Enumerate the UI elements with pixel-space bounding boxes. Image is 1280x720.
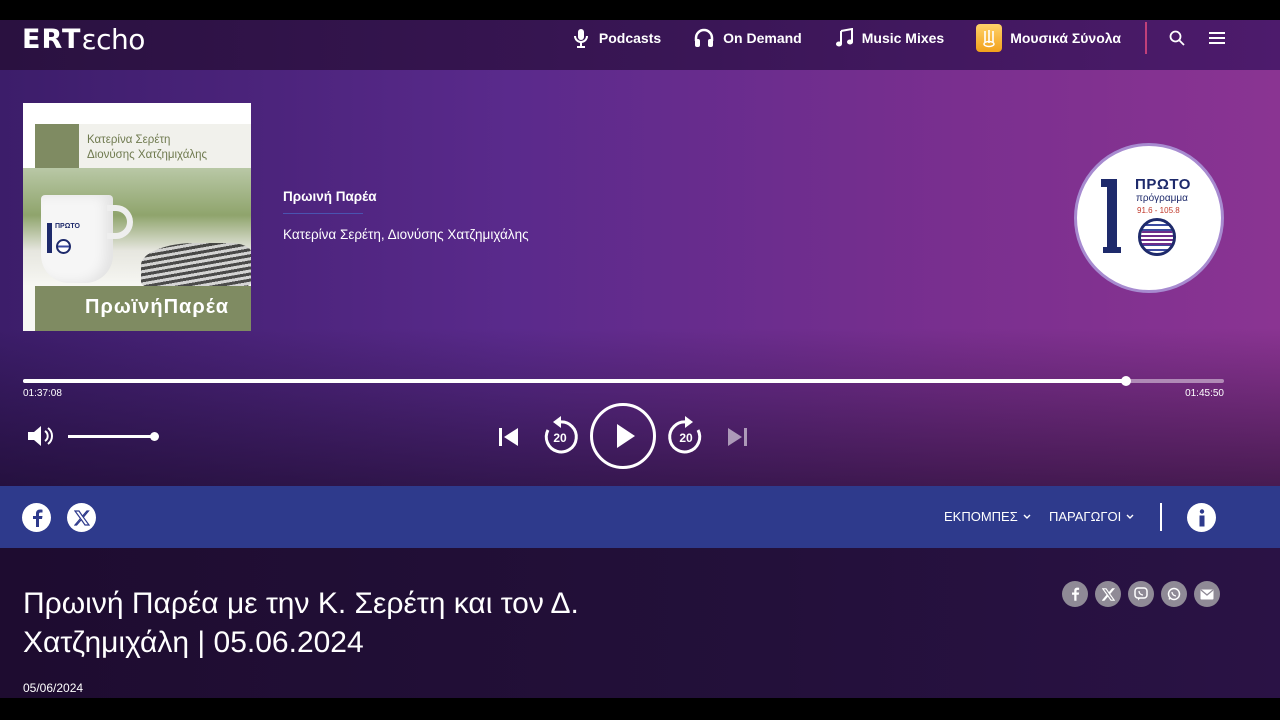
search-icon[interactable] — [1169, 30, 1185, 46]
play-button[interactable] — [590, 403, 656, 469]
station-subtitle: πρόγραμμα — [1136, 193, 1188, 204]
episode-content: Πρωινή Παρέα με την Κ. Σερέτη και τον Δ.… — [0, 548, 1280, 698]
nav-music-mixes-label: Music Mixes — [861, 30, 945, 46]
episode-date: 05/06/2024 — [23, 681, 84, 695]
ert-echo-logo[interactable]: ERT εcho — [22, 22, 145, 56]
station-logo[interactable]: ΠΡΩΤΟ πρόγραμμα 91.6 - 105.8 — [1074, 143, 1224, 293]
producers-dropdown[interactable]: ΠΑΡΑΓΩΓΟΙ — [1049, 509, 1134, 524]
next-track-button[interactable] — [726, 425, 750, 454]
info-icon[interactable] — [1187, 503, 1216, 532]
nav-music-ensembles[interactable]: Μουσικά Σύνολα — [976, 24, 1121, 52]
show-hosts: Κατερίνα Σερέτη, Διονύσης Χατζημιχάλης — [283, 227, 529, 242]
volume-handle[interactable] — [150, 432, 159, 441]
top-navigation: ERT εcho Podcasts On Demand Music Mixes — [0, 20, 1280, 70]
menu-icon[interactable] — [1209, 31, 1225, 45]
producers-dropdown-label: ΠΑΡΑΓΩΓΟΙ — [1049, 509, 1122, 524]
cover-host-2: Διονύσης Χατζημιχάλης — [87, 149, 208, 161]
letterbox-top — [0, 0, 1280, 20]
audio-player: Κατερίνα Σερέτη Διονύσης Χατζημιχάλης ΠΡ… — [0, 70, 1280, 486]
logo-echo-text: εcho — [81, 22, 145, 56]
podcast-mic-icon — [571, 27, 591, 49]
cup-logo-bar — [47, 223, 52, 253]
cover-green-square — [35, 124, 79, 168]
shows-dropdown-label: ΕΚΠΟΜΠΕΣ — [944, 509, 1018, 524]
station-frequency: 91.6 - 105.8 — [1137, 206, 1180, 215]
facebook-icon[interactable] — [1062, 581, 1088, 607]
ensembles-icon — [976, 24, 1003, 52]
cover-host-names: Κατερίνα Σερέτη Διονύσης Χατζημιχάλης — [87, 133, 207, 163]
logo-ert-text: ERT — [22, 23, 82, 55]
rewind-seconds: 20 — [553, 431, 567, 445]
play-icon — [617, 424, 635, 448]
nav-music-ensembles-label: Μουσικά Σύνολα — [1010, 30, 1121, 46]
nav-divider — [1145, 22, 1147, 54]
share-buttons — [1062, 581, 1220, 607]
volume-fill — [68, 435, 154, 438]
elapsed-time: 01:37:08 — [23, 388, 62, 399]
viber-icon[interactable] — [1128, 581, 1154, 607]
progress-fill — [23, 379, 1126, 383]
progress-bar[interactable] — [23, 376, 1224, 386]
forward-20-button[interactable]: 20 — [665, 416, 707, 463]
volume-icon[interactable] — [26, 425, 56, 452]
show-title[interactable]: Πρωινή Παρέα — [283, 189, 529, 204]
whatsapp-icon[interactable] — [1161, 581, 1187, 607]
facebook-icon[interactable] — [22, 503, 51, 532]
show-title-underline — [283, 213, 363, 214]
nav-music-mixes[interactable]: Music Mixes — [834, 28, 944, 48]
headphones-icon — [693, 28, 715, 48]
episode-title: Πρωινή Παρέα με την Κ. Σερέτη και τον Δ.… — [23, 587, 579, 659]
music-note-icon — [834, 28, 854, 48]
show-cover-art: Κατερίνα Σερέτη Διονύσης Χατζημιχάλης ΠΡ… — [23, 103, 251, 331]
email-icon[interactable] — [1194, 581, 1220, 607]
newspaper-image — [141, 243, 251, 287]
show-subbar: ΕΚΠΟΜΠΕΣ ΠΑΡΑΓΩΓΟΙ — [0, 486, 1280, 548]
station-logo-bar-foot — [1103, 247, 1121, 253]
subbar-divider — [1160, 503, 1162, 531]
cover-host-1: Κατερίνα Σερέτη — [87, 134, 171, 146]
station-logo-bar-cap — [1101, 179, 1113, 187]
rewind-20-button[interactable]: 20 — [539, 416, 581, 463]
previous-track-button[interactable] — [496, 425, 520, 454]
nav-on-demand-label: On Demand — [723, 30, 802, 46]
x-icon[interactable] — [67, 503, 96, 532]
shows-dropdown[interactable]: ΕΚΠΟΜΠΕΣ — [944, 509, 1031, 524]
chevron-down-icon — [1023, 514, 1031, 519]
x-icon[interactable] — [1095, 581, 1121, 607]
volume-slider[interactable] — [68, 432, 159, 441]
chevron-down-icon — [1126, 514, 1134, 519]
nav-podcasts[interactable]: Podcasts — [571, 27, 661, 49]
station-logo-bar — [1107, 179, 1117, 253]
total-duration: 01:45:50 — [1185, 388, 1224, 399]
station-logo-circle — [1138, 218, 1176, 256]
cup-logo-text: ΠΡΩΤΟ — [55, 223, 80, 230]
cup-logo-circle — [56, 239, 71, 254]
station-name: ΠΡΩΤΟ — [1135, 176, 1191, 193]
forward-seconds: 20 — [679, 431, 693, 445]
letterbox-bottom — [0, 698, 1280, 720]
nav-on-demand[interactable]: On Demand — [693, 28, 802, 48]
show-info: Πρωινή Παρέα Κατερίνα Σερέτη, Διονύσης Χ… — [283, 189, 529, 242]
progress-handle[interactable] — [1120, 376, 1131, 386]
nav-podcasts-label: Podcasts — [598, 30, 662, 46]
main-nav: Podcasts On Demand Music Mixes Μουσικά Σ… — [571, 20, 1280, 56]
cover-title: ΠρωϊνήΠαρέα — [85, 296, 230, 318]
